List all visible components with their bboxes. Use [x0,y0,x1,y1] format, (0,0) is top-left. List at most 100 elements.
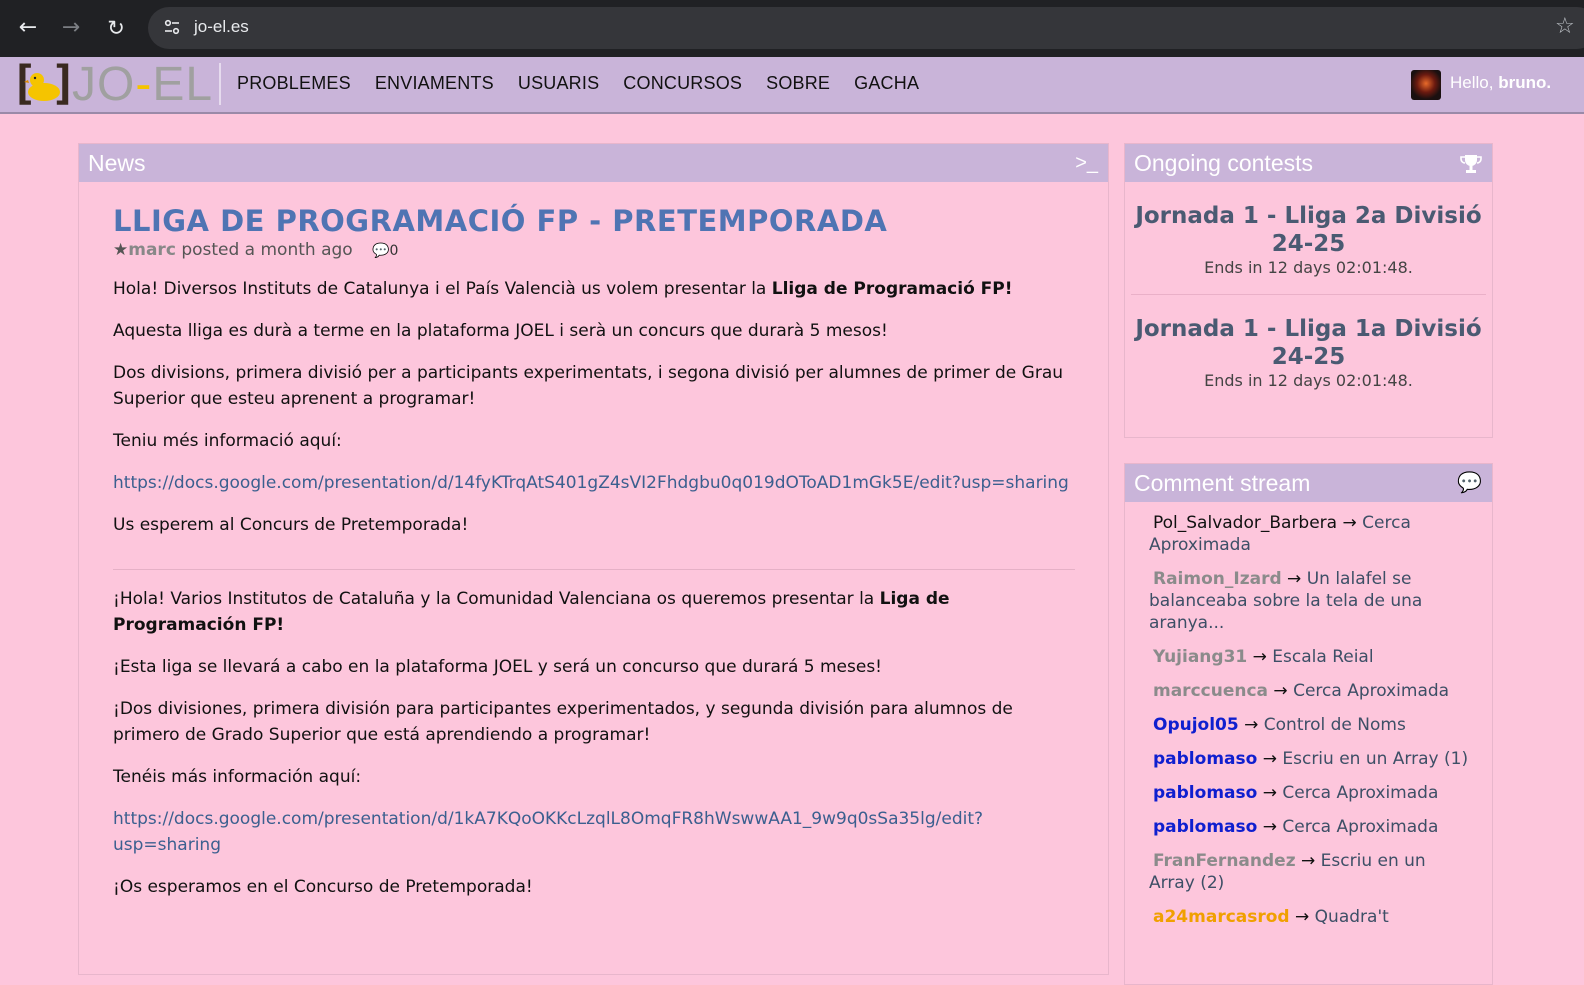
comment-user-link[interactable]: Opujol05 [1153,715,1239,735]
contest-name[interactable]: Jornada 1 - Lliga 1a Divisió 24-25 [1135,315,1482,371]
terminal-icon: >_ [1075,152,1098,174]
post-meta: ★marc posted a month ago 💬0 [113,240,1074,260]
post-paragraph: Aquesta lliga es durà a terme en la plat… [113,321,888,341]
address-bar[interactable] [148,7,1584,49]
logo-text: JO-EL [72,58,214,111]
comment-count-value: 0 [389,243,399,259]
avatar[interactable] [1411,70,1441,100]
reload-icon[interactable]: ↻ [102,14,130,42]
arrow-right-icon: → [1257,783,1283,803]
post-paragraph: Dos divisions, primera divisió per a par… [113,363,1064,409]
comment-user-link[interactable]: pablomaso [1153,817,1257,837]
comment-user-link[interactable]: pablomaso [1153,783,1257,803]
site-info-icon[interactable] [162,17,182,37]
contest-item: Jornada 1 - Lliga 2a Divisió 24-25 Ends … [1125,202,1492,277]
trophy-icon [1460,155,1482,173]
comments-panel-title: Comment stream [1134,470,1311,496]
comment-target-link[interactable]: Quadra't [1315,907,1389,927]
site-logo[interactable]: [ ] JO-EL [10,56,215,111]
main-nav: PROBLEMES ENVIAMENTS USUARIS CONCURSOS S… [237,73,943,94]
comment-user-link[interactable]: marccuenca [1153,681,1268,701]
news-panel-title: News [88,150,146,176]
comment-target-link[interactable]: Escriu en un Array (1) [1282,749,1468,769]
post-title[interactable]: LLIGA DE PROGRAMACIÓ FP - PRETEMPORADA [113,204,1074,238]
comment-stream-item: Opujol05 → Control de Noms [1149,714,1470,736]
comment-user-link[interactable]: Pol_Salvador_Barbera [1153,513,1337,533]
comments-icon: 💬 [1457,472,1482,494]
post-paragraph: ¡Dos divisiones, primera división para p… [113,699,1013,745]
news-panel-header: News >_ [79,144,1108,182]
comment-user-link[interactable]: Yujiang31 [1153,647,1247,667]
arrow-right-icon: → [1337,513,1363,533]
post-paragraph: ¡Os esperamos en el Concurso de Pretempo… [113,877,533,897]
nav-gacha[interactable]: GACHA [854,73,919,94]
post-paragraph: Teniu més informació aquí: [113,431,342,451]
nav-problemes[interactable]: PROBLEMES [237,73,351,94]
comment-stream-item: Yujiang31 → Escala Reial [1149,646,1470,668]
arrow-right-icon: → [1257,817,1283,837]
user-greeting[interactable]: Hello, bruno. [1450,73,1551,93]
comment-user-link[interactable]: FranFernandez [1153,851,1296,871]
comment-stream-item: marccuenca → Cerca Aproximada [1149,680,1470,702]
arrow-right-icon: → [1257,749,1283,769]
star-icon: ★ [113,240,129,260]
comment-stream-item: a24marcasrod → Quadra't [1149,906,1470,928]
nav-usuaris[interactable]: USUARIS [518,73,599,94]
contest-item: Jornada 1 - Lliga 1a Divisió 24-25 Ends … [1125,315,1492,390]
comment-stream-item: pablomaso → Cerca Aproximada [1149,782,1470,804]
contest-name[interactable]: Jornada 1 - Lliga 2a Divisió 24-25 [1135,202,1482,258]
post-time: posted a month ago [181,240,353,260]
post-paragraph: ¡Hola! Varios Institutos de Cataluña y l… [113,589,950,635]
back-arrow-icon[interactable]: ← [14,14,42,42]
header-divider [219,63,221,105]
comment-stream-item: pablomaso → Cerca Aproximada [1149,816,1470,838]
comment-bubble-icon: 💬 [372,243,390,259]
contest-end-time: Ends in 12 days 02:01:48. [1204,371,1413,390]
comment-target-link[interactable]: Control de Noms [1264,715,1406,735]
arrow-right-icon: → [1268,681,1294,701]
arrow-right-icon: → [1238,715,1264,735]
url-text[interactable]: jo-el.es [194,17,249,37]
post-paragraph: Tenéis más información aquí: [113,767,362,787]
forward-arrow-icon[interactable]: → [57,14,85,42]
news-panel: News >_ LLIGA DE PROGRAMACIÓ FP - PRETEM… [78,143,1109,975]
post-paragraph: ¡Esta liga se llevará a cabo en la plata… [113,657,882,677]
post-paragraph: Us esperem al Concurs de Pretemporada! [113,515,469,535]
post-author[interactable]: marc [128,240,176,260]
contests-panel-header: Ongoing contests [1125,144,1492,182]
comment-stream-item: Raimon_Izard → Un lalafel se balanceaba … [1149,568,1470,634]
nav-concursos[interactable]: CONCURSOS [623,73,742,94]
comment-user-link[interactable]: pablomaso [1153,749,1257,769]
post-paragraph: Hola! Diversos Instituts de Catalunya i … [113,279,1013,299]
comments-panel-header: Comment stream 💬 [1125,464,1492,502]
comment-user-link[interactable]: Raimon_Izard [1153,569,1282,589]
post-link-paragraph: https://docs.google.com/presentation/d/1… [113,470,1074,496]
greeting-text: Hello, [1450,73,1494,92]
nav-enviaments[interactable]: ENVIAMENTS [375,73,494,94]
comment-target-link[interactable]: Cerca Aproximada [1282,817,1438,837]
arrow-right-icon: → [1289,907,1315,927]
arrow-right-icon: → [1295,851,1321,871]
comment-stream-list: Pol_Salvador_Barbera → Cerca Aproximada R… [1125,502,1492,928]
arrow-right-icon: → [1247,647,1273,667]
presentation-link-es[interactable]: https://docs.google.com/presentation/d/1… [113,809,983,855]
contests-panel-title: Ongoing contests [1134,150,1314,176]
comments-count[interactable]: 💬0 [372,243,398,259]
post-divider [113,569,1075,570]
post-body: Hola! Diversos Instituts de Catalunya i … [113,276,1075,900]
comment-target-link[interactable]: Cerca Aproximada [1282,783,1438,803]
contest-end-time: Ends in 12 days 02:01:48. [1204,258,1413,277]
presentation-link-ca[interactable]: https://docs.google.com/presentation/d/1… [113,473,1069,493]
comment-stream-item: Pol_Salvador_Barbera → Cerca Aproximada [1149,512,1470,556]
comment-stream-panel: Comment stream 💬 Pol_Salvador_Barbera → … [1124,463,1493,985]
nav-sobre[interactable]: SOBRE [766,73,830,94]
arrow-right-icon: → [1281,569,1307,589]
contest-divider [1131,294,1486,295]
ongoing-contests-panel: Ongoing contests Jornada 1 - Lliga 2a Di… [1124,143,1493,438]
comment-user-link[interactable]: a24marcasrod [1153,907,1290,927]
comment-target-link[interactable]: Escala Reial [1272,647,1373,667]
username: bruno. [1498,73,1552,92]
bookmark-star-icon[interactable]: ☆ [1555,14,1575,39]
comment-target-link[interactable]: Cerca Aproximada [1293,681,1449,701]
post-link-paragraph: https://docs.google.com/presentation/d/1… [113,806,1074,858]
